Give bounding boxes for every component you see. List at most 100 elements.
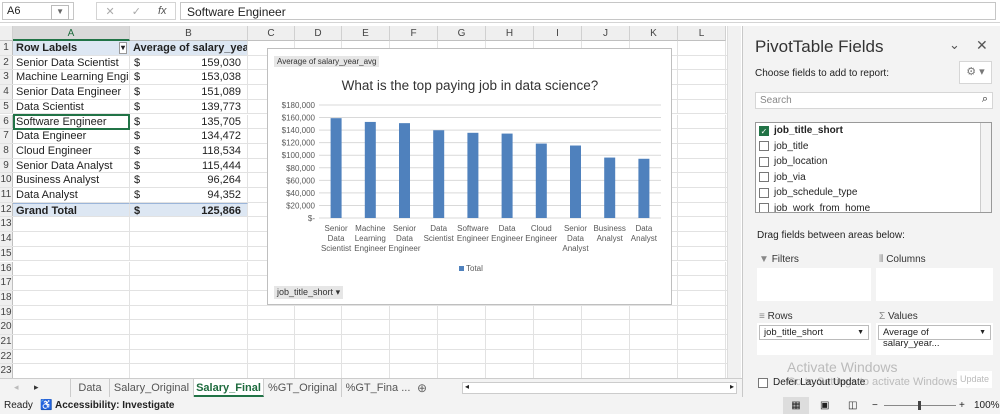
empty-cell[interactable] [390, 305, 438, 320]
field-item[interactable]: job_via [756, 170, 991, 186]
empty-cell[interactable] [678, 188, 726, 202]
value-cell[interactable]: $115,444 [130, 158, 248, 173]
empty-cell[interactable] [630, 349, 678, 364]
empty-cell[interactable] [295, 320, 342, 334]
bar[interactable] [467, 132, 479, 218]
row-number[interactable]: 7 [0, 129, 13, 143]
row-number[interactable]: 14 [0, 232, 13, 246]
row-number[interactable]: 8 [0, 143, 13, 158]
empty-cell[interactable] [678, 85, 726, 99]
field-item[interactable]: job_location [756, 154, 991, 170]
empty-cell[interactable] [438, 320, 486, 334]
empty-cell[interactable] [248, 305, 295, 320]
field-list-scrollbar[interactable] [980, 123, 991, 212]
empty-cell[interactable] [630, 364, 678, 378]
page-layout-icon[interactable]: ▣ [820, 397, 829, 414]
field-item[interactable]: job_title [756, 139, 991, 155]
column-header[interactable]: A [13, 26, 130, 41]
empty-cell[interactable] [486, 335, 534, 349]
row-number[interactable]: 23 [0, 364, 13, 378]
value-cell[interactable]: $134,472 [130, 129, 248, 143]
empty-cell[interactable] [582, 335, 630, 349]
values-field-dropdown[interactable]: Average of salary_year... ▼ [878, 325, 991, 349]
empty-cell[interactable] [13, 290, 130, 305]
field-item[interactable]: job_schedule_type [756, 185, 991, 201]
field-item[interactable]: job_work_from_home [756, 201, 991, 212]
search-input[interactable]: Search ⌕ [755, 92, 993, 109]
empty-cell[interactable] [13, 335, 130, 349]
sheet-tab-data[interactable]: Data [70, 379, 110, 397]
column-header[interactable]: G [438, 26, 486, 41]
empty-cell[interactable] [630, 305, 678, 320]
empty-cell[interactable] [630, 335, 678, 349]
empty-cell[interactable] [438, 364, 486, 378]
empty-cell[interactable] [130, 320, 248, 334]
filter-dropdown-icon[interactable]: ▾ [118, 42, 127, 54]
row-number[interactable]: 2 [0, 55, 13, 70]
bar[interactable] [399, 123, 410, 218]
empty-cell[interactable] [13, 320, 130, 334]
formula-input[interactable]: Software Engineer [180, 2, 996, 20]
accessibility-status[interactable]: Accessibility: Investigate [55, 397, 175, 414]
empty-cell[interactable] [678, 335, 726, 349]
empty-cell[interactable] [486, 364, 534, 378]
empty-cell[interactable] [130, 232, 248, 246]
empty-cell[interactable] [295, 335, 342, 349]
zoom-out-icon[interactable]: − [872, 397, 878, 414]
column-header[interactable]: I [534, 26, 582, 41]
value-cell[interactable]: $139,773 [130, 99, 248, 114]
empty-cell[interactable] [438, 349, 486, 364]
close-icon[interactable]: ✕ [976, 37, 988, 54]
value-cell[interactable]: $159,030 [130, 55, 248, 70]
row-number[interactable]: 11 [0, 188, 13, 202]
empty-cell[interactable] [13, 276, 130, 290]
column-header[interactable]: L [678, 26, 726, 41]
empty-cell[interactable] [582, 320, 630, 334]
sheet-tab-salary-final[interactable]: Salary_Final [194, 379, 264, 397]
empty-cell[interactable] [342, 364, 390, 378]
bar[interactable] [433, 130, 445, 218]
gear-icon[interactable]: ⚙ ▾ [959, 61, 992, 84]
row-label-cell[interactable]: Data Analyst [13, 188, 130, 202]
bar[interactable] [604, 157, 616, 218]
empty-cell[interactable] [678, 232, 726, 246]
value-cell[interactable]: $118,534 [130, 143, 248, 158]
empty-cell[interactable] [534, 320, 582, 334]
empty-cell[interactable] [678, 129, 726, 143]
row-number[interactable]: 21 [0, 335, 13, 349]
empty-cell[interactable] [678, 143, 726, 158]
empty-cell[interactable] [678, 99, 726, 114]
columns-drop-area[interactable] [876, 268, 993, 301]
empty-cell[interactable] [130, 217, 248, 232]
legend-label[interactable]: Total [466, 264, 483, 273]
row-number[interactable]: 19 [0, 305, 13, 320]
empty-cell[interactable] [13, 246, 130, 261]
empty-cell[interactable] [13, 232, 130, 246]
empty-cell[interactable] [13, 364, 130, 378]
horizontal-scrollbar[interactable]: ◂ ▸ [462, 382, 737, 394]
empty-cell[interactable] [486, 349, 534, 364]
row-number[interactable]: 20 [0, 320, 13, 334]
row-number[interactable]: 6 [0, 114, 13, 129]
row-number[interactable]: 16 [0, 261, 13, 276]
chevron-down-icon[interactable]: ⌄ [949, 37, 960, 53]
empty-cell[interactable] [438, 305, 486, 320]
empty-cell[interactable] [342, 305, 390, 320]
zoom-slider-thumb[interactable] [918, 401, 921, 410]
sheet-tab-gt-original[interactable]: %GT_Original [264, 379, 342, 397]
empty-cell[interactable] [130, 276, 248, 290]
empty-cell[interactable] [678, 246, 726, 261]
empty-cell[interactable] [13, 349, 130, 364]
row-number[interactable]: 15 [0, 246, 13, 261]
tab-scroll-right-icon[interactable]: ▸ [34, 382, 39, 393]
empty-cell[interactable] [678, 349, 726, 364]
empty-cell[interactable] [678, 305, 726, 320]
row-number[interactable]: 3 [0, 70, 13, 85]
bar[interactable] [330, 118, 342, 218]
accessibility-icon[interactable]: ♿ [40, 397, 52, 414]
row-label-cell[interactable]: Machine Learning Engineer [13, 70, 130, 85]
zoom-in-icon[interactable]: + [959, 397, 965, 414]
empty-cell[interactable] [248, 335, 295, 349]
name-box[interactable]: A6 ▼ [2, 2, 74, 20]
empty-cell[interactable] [342, 335, 390, 349]
